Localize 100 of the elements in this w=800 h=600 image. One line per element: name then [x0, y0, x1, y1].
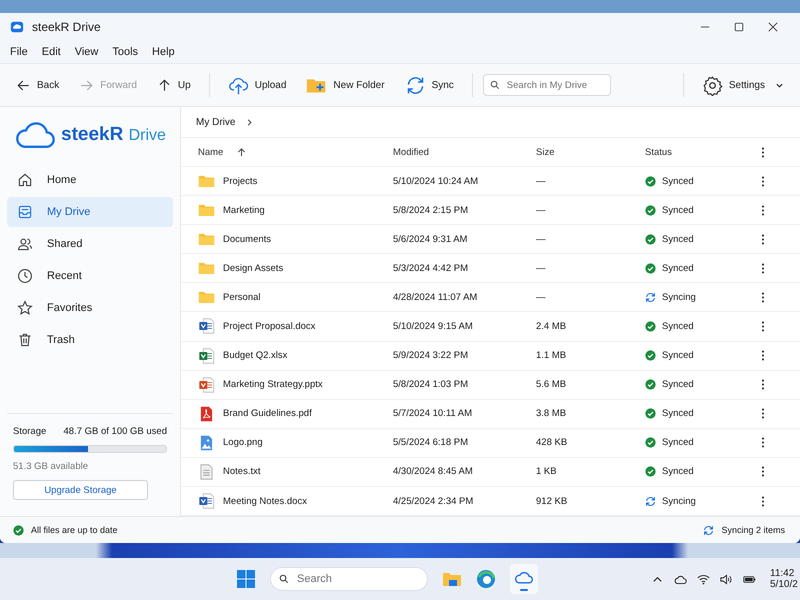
- modified-cell: 5/9/2024 3:22 PM: [393, 350, 468, 362]
- size-cell: 3.8 MB: [536, 408, 566, 420]
- battery-icon[interactable]: [743, 574, 756, 584]
- search-icon: [279, 574, 289, 584]
- breadcrumb-item[interactable]: My Drive: [196, 116, 236, 128]
- clock-icon: [17, 268, 33, 284]
- menu-item[interactable]: Tools: [112, 46, 138, 58]
- file-name[interactable]: Marketing Strategy.pptx: [223, 379, 323, 390]
- sidebar-item[interactable]: Trash: [7, 325, 173, 355]
- cloud-icon[interactable]: [674, 574, 687, 584]
- more-icon[interactable]: [761, 146, 765, 158]
- file-name[interactable]: Notes.txt: [223, 466, 260, 478]
- file-name[interactable]: Personal: [223, 292, 260, 303]
- size-cell: 5.6 MB: [536, 379, 566, 390]
- more-icon[interactable]: [761, 320, 765, 332]
- upgrade-button[interactable]: Upgrade Storage: [13, 480, 148, 500]
- people-icon: [17, 236, 33, 252]
- modified-cell: 4/28/2024 11:07 AM: [393, 292, 478, 303]
- check-circle-icon: [13, 524, 24, 536]
- status-text: Synced: [662, 320, 694, 332]
- more-icon[interactable]: [761, 379, 765, 390]
- app-icon: [10, 20, 24, 34]
- close-icon[interactable]: [768, 22, 778, 32]
- more-icon[interactable]: [761, 204, 765, 216]
- clock-date[interactable]: 5/10/2: [770, 579, 798, 590]
- column-header[interactable]: Status: [645, 146, 672, 158]
- word-file-icon: [198, 493, 215, 510]
- column-header[interactable]: Name: [198, 146, 224, 158]
- file-name[interactable]: Budget Q2.xlsx: [223, 350, 288, 362]
- file-name[interactable]: Documents: [223, 234, 272, 245]
- wifi-icon[interactable]: [697, 574, 710, 584]
- modified-cell: 5/8/2024 1:03 PM: [393, 379, 468, 390]
- taskbar-search[interactable]: Search: [270, 567, 428, 591]
- window-title: steekR Drive: [32, 20, 101, 34]
- storage-label: Storage: [13, 426, 46, 437]
- file-name[interactable]: Design Assets: [223, 262, 284, 274]
- column-header[interactable]: Size: [536, 146, 554, 158]
- file-name[interactable]: Logo.png: [223, 437, 263, 448]
- status-text: Synced: [662, 437, 694, 448]
- size-cell: —: [536, 292, 546, 303]
- home-icon: [17, 172, 33, 188]
- modified-cell: 4/25/2024 2:34 PM: [393, 496, 474, 507]
- toolbar-button[interactable]: New Folder: [298, 70, 393, 100]
- modified-cell: 5/6/2024 9:31 AM: [393, 234, 468, 245]
- word-file-icon: [198, 318, 215, 334]
- modified-cell: 4/30/2024 8:45 AM: [393, 466, 473, 478]
- settings-icon: [702, 74, 723, 96]
- sidebar-item[interactable]: Home: [7, 165, 173, 195]
- volume-icon[interactable]: [720, 574, 733, 584]
- toolbar-button[interactable]: Sync: [396, 70, 462, 100]
- status-text: Synced: [662, 262, 694, 274]
- more-icon[interactable]: [761, 292, 765, 303]
- more-icon[interactable]: [761, 496, 765, 507]
- menu-item[interactable]: View: [74, 46, 98, 58]
- text-file-icon: [198, 464, 215, 480]
- menu-item[interactable]: Edit: [42, 46, 61, 58]
- more-icon[interactable]: [761, 234, 765, 245]
- search-field[interactable]: Search in My Drive: [482, 74, 611, 96]
- more-icon[interactable]: [761, 437, 765, 448]
- sidebar-item[interactable]: Recent: [7, 261, 173, 291]
- toolbar-button[interactable]: Up: [148, 74, 199, 96]
- folder-icon: [198, 260, 215, 276]
- more-icon[interactable]: [761, 262, 765, 274]
- sync-icon: [703, 524, 714, 536]
- cloud-app-icon[interactable]: [510, 564, 538, 594]
- column-header[interactable]: Modified: [393, 146, 429, 158]
- sidebar-item[interactable]: Shared: [7, 229, 173, 259]
- size-cell: 912 KB: [536, 496, 568, 507]
- clock-time[interactable]: 11:42: [770, 568, 794, 579]
- size-cell: —: [536, 204, 546, 216]
- browser-icon[interactable]: [476, 569, 496, 589]
- maximize-icon[interactable]: [734, 22, 744, 32]
- settings-button[interactable]: Settings: [694, 70, 792, 100]
- chevron-right-icon: [245, 118, 254, 127]
- sidebar-item[interactable]: Favorites: [7, 293, 173, 323]
- more-icon[interactable]: [761, 466, 765, 478]
- status-text: Synced: [662, 408, 694, 420]
- more-icon[interactable]: [761, 176, 765, 186]
- file-name[interactable]: Marketing: [223, 204, 265, 216]
- menu-item[interactable]: File: [10, 46, 28, 58]
- file-name[interactable]: Meeting Notes.docx: [223, 496, 307, 507]
- drive-icon: [17, 204, 33, 220]
- image-file-icon: [198, 434, 215, 451]
- file-name[interactable]: Projects: [223, 176, 258, 186]
- ppt-file-icon: [198, 376, 215, 393]
- left-arrow-icon: [16, 78, 31, 92]
- toolbar-button[interactable]: Upload: [220, 70, 294, 100]
- start-icon[interactable]: [236, 569, 256, 589]
- more-icon[interactable]: [761, 408, 765, 420]
- menu-item[interactable]: Help: [152, 46, 175, 58]
- size-cell: 428 KB: [536, 437, 568, 448]
- sort-up-icon: [237, 148, 246, 157]
- sidebar-item[interactable]: My Drive: [7, 197, 173, 227]
- file-name[interactable]: Brand Guidelines.pdf: [223, 408, 312, 420]
- trash-icon: [17, 332, 33, 348]
- more-icon[interactable]: [761, 350, 765, 362]
- toolbar-button[interactable]: Back: [8, 74, 68, 96]
- file-name[interactable]: Project Proposal.docx: [223, 320, 316, 332]
- modified-cell: 5/10/2024 9:15 AM: [393, 320, 473, 332]
- status-text: Syncing: [662, 496, 696, 507]
